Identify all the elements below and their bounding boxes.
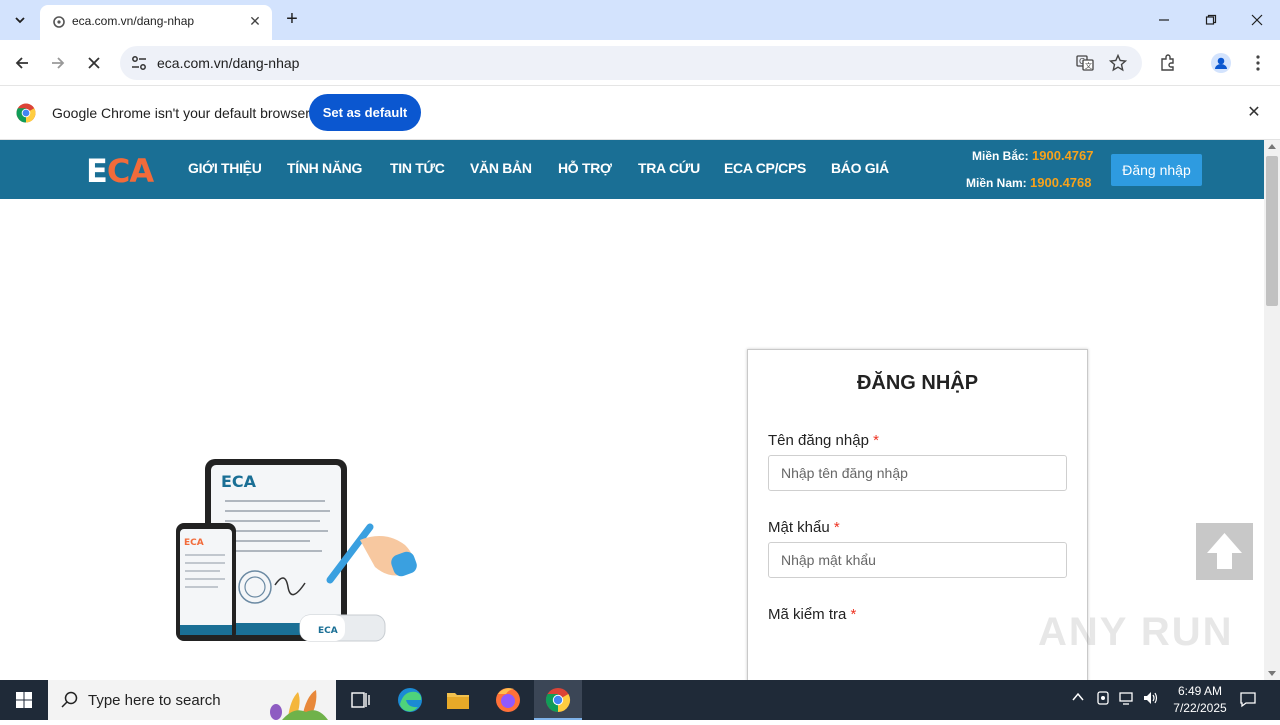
header-login-button[interactable]: Đăng nhập (1111, 154, 1202, 186)
taskbar-search-box[interactable]: Type here to search (48, 680, 336, 720)
new-tab-plus-icon[interactable]: + (282, 8, 302, 32)
start-button[interactable] (0, 680, 48, 720)
tab-strip: eca.com.vn/dang-nhap ✕ + (0, 0, 1280, 40)
task-view-icon[interactable] (336, 680, 384, 720)
system-clock[interactable]: 6:49 AM 7/22/2025 (1160, 683, 1240, 717)
address-bar[interactable]: eca.com.vn/dang-nhap G文 (120, 46, 1142, 80)
hotline-north[interactable]: Miền Bắc: 1900.4767 (972, 148, 1093, 163)
hotline-north-label: Miền Bắc: (972, 149, 1029, 163)
eca-logo[interactable]: ECA (86, 152, 154, 190)
search-icon (61, 691, 78, 708)
chrome-menu-kebab-icon[interactable] (1247, 52, 1269, 74)
tray-device-icon[interactable] (1096, 690, 1110, 709)
translate-icon[interactable]: G文 (1074, 52, 1096, 74)
page-viewport: ECA GIỚI THIỆU TÍNH NĂNG TIN TỨC VĂN BẢN… (0, 140, 1264, 680)
required-mark: * (833, 519, 840, 536)
page-scrollbar[interactable] (1264, 140, 1280, 680)
minimize-icon[interactable] (1152, 8, 1176, 32)
clock-date: 7/22/2025 (1173, 701, 1227, 715)
password-label: Mật khẩu * (768, 519, 840, 536)
tray-chevron-up-icon[interactable] (1071, 690, 1085, 707)
windows-taskbar: Type here to search 6:49 AM 7/22/2025 (0, 680, 1280, 720)
infobar-close-icon[interactable]: ✕ (1244, 103, 1264, 123)
chrome-logo-icon (16, 103, 36, 123)
stop-loading-icon[interactable] (82, 51, 106, 75)
hotline-south-label: Miền Nam: (966, 176, 1027, 190)
scrollbar-thumb[interactable] (1266, 156, 1278, 306)
login-title: ĐĂNG NHẬP (856, 372, 979, 394)
tab-title: eca.com.vn/dang-nhap (72, 14, 195, 28)
firefox-icon[interactable] (484, 680, 532, 720)
nav-ho-tro[interactable]: HỖ TRỢ (558, 160, 612, 176)
search-placeholder: Type here to search (88, 692, 221, 709)
nav-bao-gia[interactable]: BÁO GIÁ (831, 160, 889, 176)
url-text: eca.com.vn/dang-nhap (157, 55, 300, 71)
windows-logo-icon (16, 692, 32, 708)
logo-ca: CA (106, 152, 154, 190)
edge-icon[interactable] (386, 680, 434, 720)
nav-eca-cp-cps[interactable]: ECA CP/CPS (724, 160, 806, 176)
username-label: Tên đăng nhập * (768, 432, 879, 449)
required-mark: * (873, 432, 879, 449)
required-mark: * (850, 606, 857, 623)
search-highlight-flowers-icon (270, 690, 328, 720)
set-as-default-button[interactable]: Set as default (309, 94, 421, 131)
username-label-text: Tên đăng nhập (768, 432, 869, 449)
username-input[interactable] (768, 455, 1067, 491)
loading-favicon-icon (53, 16, 65, 28)
hotline-south-number: 1900.4768 (1030, 175, 1092, 190)
captcha-label: Mã kiểm tra * (768, 606, 856, 623)
forward-arrow-icon[interactable] (46, 51, 70, 75)
svg-text:文: 文 (1085, 61, 1092, 70)
extensions-puzzle-icon[interactable] (1157, 52, 1179, 74)
back-arrow-icon[interactable] (10, 51, 34, 75)
nav-gioi-thieu[interactable]: GIỚI THIỆU (188, 160, 262, 176)
phone-eca-logo: ECA (184, 538, 204, 548)
infobar-message: Google Chrome isn't your default browser (52, 105, 310, 121)
site-info-tune-icon[interactable] (130, 54, 148, 72)
anyrun-watermark: ANY RUN (1038, 610, 1234, 654)
tablet-eca-logo: ECA (221, 472, 257, 491)
restore-icon[interactable] (1199, 8, 1223, 32)
login-card: ĐĂNG NHẬP Tên đăng nhập * Mật khẩu * Mã … (747, 349, 1088, 680)
volume-icon[interactable] (1142, 690, 1158, 709)
tab-search-chevron-down-icon[interactable] (8, 8, 32, 32)
scroll-up-arrow-icon[interactable] (1268, 144, 1276, 149)
notifications-icon[interactable] (1239, 690, 1257, 711)
tab-close-icon[interactable]: ✕ (246, 12, 264, 30)
captcha-label-text: Mã kiểm tra (768, 606, 847, 623)
default-browser-infobar: Google Chrome isn't your default browser… (0, 86, 1280, 140)
bookmark-star-icon[interactable] (1107, 52, 1129, 74)
hotline-south[interactable]: Miền Nam: 1900.4768 (966, 175, 1091, 190)
signing-devices-illustration: ECA ECA ECA (176, 459, 417, 642)
clock-time: 6:49 AM (1177, 684, 1223, 698)
nav-tinh-nang[interactable]: TÍNH NĂNG (287, 160, 362, 176)
browser-toolbar: eca.com.vn/dang-nhap G文 (0, 40, 1280, 86)
arrow-up-icon (1207, 533, 1242, 569)
chrome-taskbar-icon[interactable] (534, 680, 582, 720)
site-header: ECA GIỚI THIỆU TÍNH NĂNG TIN TỨC VĂN BẢN… (0, 140, 1264, 199)
window-close-icon[interactable] (1245, 8, 1269, 32)
nav-van-ban[interactable]: VĂN BẢN (470, 160, 532, 176)
password-label-text: Mật khẩu (768, 519, 830, 536)
nav-tra-cuu[interactable]: TRA CỨU (638, 160, 700, 176)
logo-e: E (86, 152, 108, 190)
file-explorer-icon[interactable] (434, 680, 482, 720)
hotline-north-number: 1900.4767 (1032, 148, 1094, 163)
network-icon[interactable] (1119, 690, 1135, 709)
token-eca-logo: ECA (318, 626, 338, 636)
nav-tin-tuc[interactable]: TIN TỨC (390, 160, 445, 176)
browser-tab[interactable]: eca.com.vn/dang-nhap ✕ (40, 5, 272, 40)
profile-avatar-icon[interactable] (1210, 52, 1232, 74)
back-to-top-button[interactable] (1196, 523, 1253, 580)
password-input[interactable] (768, 542, 1067, 578)
scroll-down-arrow-icon[interactable] (1268, 671, 1276, 676)
